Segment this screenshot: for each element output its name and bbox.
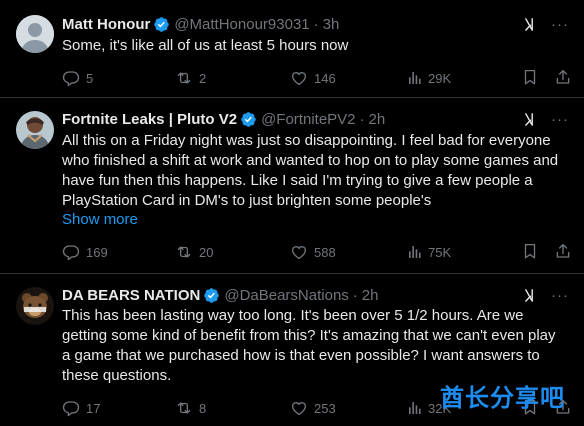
- views-icon: [407, 244, 423, 260]
- display-name[interactable]: Matt Honour: [62, 16, 150, 33]
- show-more-link[interactable]: Show more: [62, 211, 138, 228]
- repost-count: 2: [199, 70, 207, 86]
- repost-count: 8: [199, 400, 207, 416]
- default-avatar-icon: [16, 15, 54, 53]
- like-icon: [290, 69, 308, 87]
- tweet-text-line: who finished a shift at work and wanted …: [62, 152, 559, 169]
- views-icon: [407, 400, 423, 416]
- user-handle[interactable]: @MattHonour93031: [174, 16, 309, 33]
- separator-dot: ·: [359, 110, 365, 128]
- repost-button[interactable]: 20: [175, 242, 213, 262]
- tweet-text: Some, it's like all of us at least 5 hou…: [62, 36, 572, 56]
- tweet-text-line: a game that we purchased how is that eve…: [62, 347, 540, 364]
- user-handle[interactable]: @FortnitePV2: [261, 111, 355, 128]
- like-count: 253: [314, 400, 336, 416]
- timestamp[interactable]: 2h: [369, 111, 386, 128]
- reply-button[interactable]: 17: [62, 398, 100, 418]
- tweet-text-line: All this on a Friday night was just so d…: [62, 132, 551, 149]
- views-button[interactable]: 29K: [407, 68, 451, 88]
- character-avatar-icon: [16, 111, 54, 149]
- reply-button[interactable]: 5: [62, 68, 93, 88]
- watermark-text: 酋长分享吧: [440, 384, 565, 412]
- tweet-1[interactable]: Matt Honour @MattHonour93031 · 3h ··· So…: [0, 0, 584, 98]
- reply-icon: [62, 69, 80, 87]
- reply-count: 5: [86, 70, 94, 86]
- repost-button[interactable]: 2: [175, 68, 206, 88]
- grok-icon[interactable]: [523, 287, 540, 304]
- timestamp[interactable]: 3h: [323, 16, 340, 33]
- like-button[interactable]: 588: [290, 242, 336, 262]
- bookmark-icon[interactable]: [521, 68, 539, 86]
- like-count: 588: [314, 244, 336, 260]
- views-button[interactable]: 75K: [407, 242, 451, 262]
- bear-logo-avatar-icon: [16, 287, 54, 325]
- repost-icon: [175, 69, 193, 87]
- repost-icon: [175, 243, 193, 261]
- display-name[interactable]: DA BEARS NATION: [62, 287, 200, 304]
- reply-count: 17: [86, 400, 101, 416]
- like-button[interactable]: 253: [290, 398, 336, 418]
- share-icon[interactable]: [554, 68, 572, 86]
- more-options-icon[interactable]: ···: [550, 109, 570, 129]
- tweet-header: DA BEARS NATION @DaBearsNations · 2h: [62, 285, 378, 305]
- like-count: 146: [314, 70, 336, 86]
- reply-icon: [62, 399, 80, 417]
- user-handle[interactable]: @DaBearsNations: [224, 287, 348, 304]
- tweet-text: This has been lasting way too long. It's…: [62, 306, 572, 386]
- grok-icon[interactable]: [523, 111, 540, 128]
- repost-count: 20: [199, 244, 214, 260]
- repost-button[interactable]: 8: [175, 398, 206, 418]
- tweet-text: All this on a Friday night was just so d…: [62, 131, 572, 211]
- avatar[interactable]: [16, 111, 54, 149]
- verified-badge-icon: [240, 111, 257, 128]
- timestamp[interactable]: 2h: [362, 287, 379, 304]
- reply-icon: [62, 243, 80, 261]
- verified-badge-icon: [153, 16, 170, 33]
- action-bar: 5 2 146 29K: [62, 68, 576, 88]
- tweet-text-line: getting some kind of benefit from this? …: [62, 327, 556, 344]
- separator-dot: ·: [352, 286, 358, 304]
- repost-icon: [175, 399, 193, 417]
- separator-dot: ·: [313, 15, 319, 33]
- share-icon[interactable]: [554, 242, 572, 260]
- views-icon: [407, 70, 423, 86]
- avatar[interactable]: [16, 15, 54, 53]
- like-icon: [290, 399, 308, 417]
- more-options-icon[interactable]: ···: [550, 285, 570, 305]
- bookmark-icon[interactable]: [521, 242, 539, 260]
- tweet-header: Fortnite Leaks | Pluto V2 @FortnitePV2 ·…: [62, 109, 385, 129]
- action-bar: 169 20 588 75K: [62, 242, 576, 262]
- tweet-text-line: Some, it's like all of us at least 5 hou…: [62, 37, 349, 54]
- reply-button[interactable]: 169: [62, 242, 108, 262]
- like-icon: [290, 243, 308, 261]
- display-name[interactable]: Fortnite Leaks | Pluto V2: [62, 111, 237, 128]
- tweet-text-line: have fun then this happens. Like I said …: [62, 172, 533, 189]
- tweet-text-line: This has been lasting way too long. It's…: [62, 307, 524, 324]
- tweet-2[interactable]: Fortnite Leaks | Pluto V2 @FortnitePV2 ·…: [0, 99, 584, 274]
- like-button[interactable]: 146: [290, 68, 336, 88]
- avatar[interactable]: [16, 287, 54, 325]
- view-count: 75K: [428, 244, 452, 260]
- grok-icon[interactable]: [523, 16, 540, 33]
- verified-badge-icon: [203, 287, 220, 304]
- tweet-header: Matt Honour @MattHonour93031 · 3h: [62, 14, 339, 34]
- tweet-text-line: PlayStation Card in DM's to just brighte…: [62, 192, 432, 209]
- reply-count: 169: [86, 244, 108, 260]
- more-options-icon[interactable]: ···: [550, 14, 570, 34]
- view-count: 29K: [428, 70, 452, 86]
